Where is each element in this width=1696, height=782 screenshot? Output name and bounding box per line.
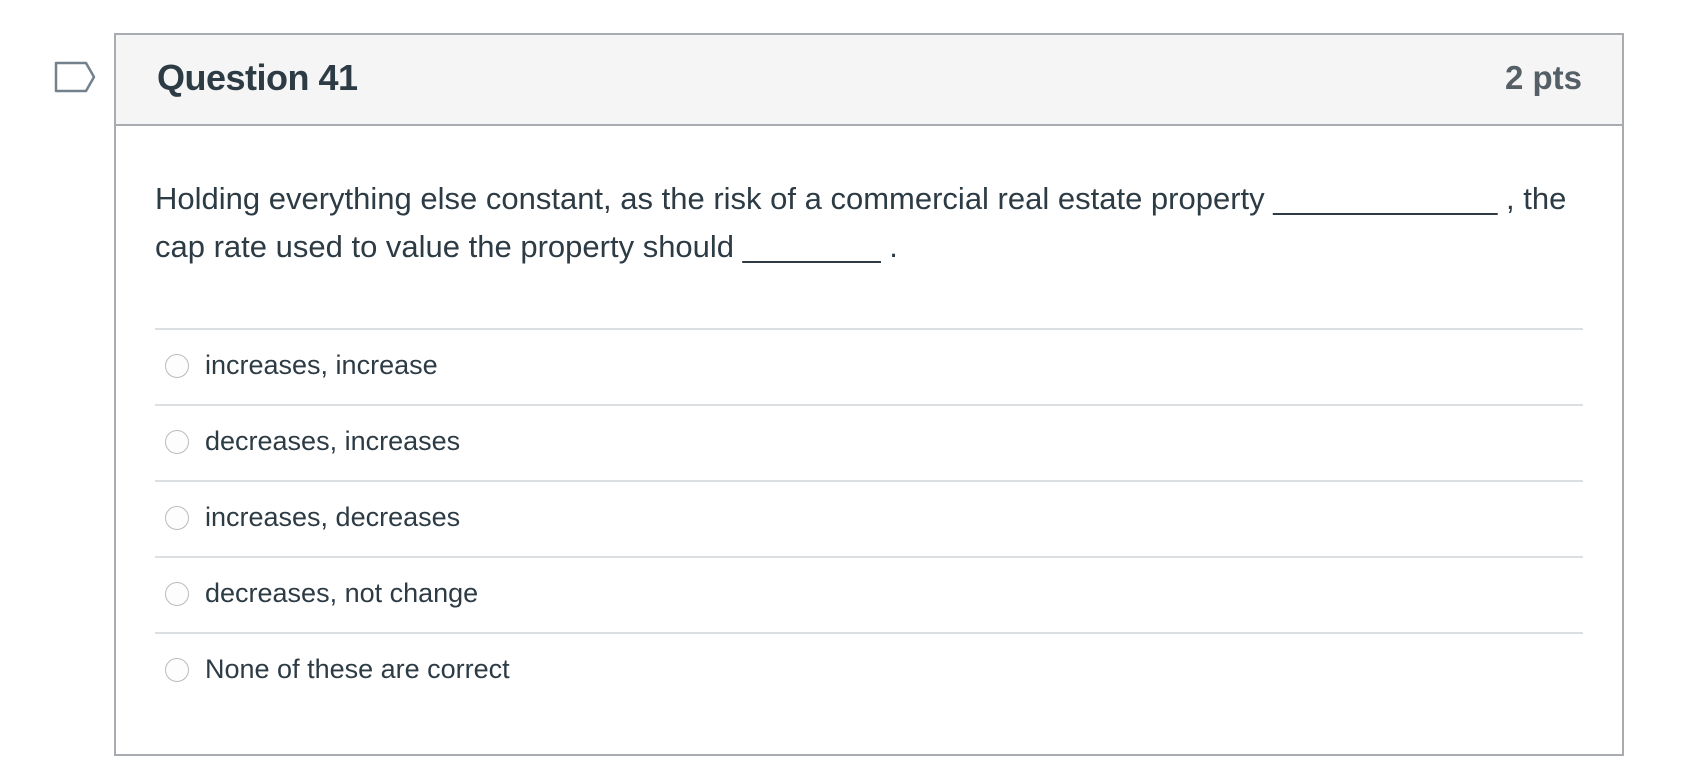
radio-button[interactable]	[165, 506, 189, 530]
answer-label: decreases, not change	[205, 578, 479, 608]
answer-option[interactable]: None of these are correct	[155, 632, 1583, 708]
answer-option[interactable]: increases, increase	[155, 328, 1583, 404]
answer-label: increases, increase	[205, 350, 438, 380]
flag-question-icon[interactable]	[54, 61, 96, 93]
answer-label: decreases, increases	[205, 426, 461, 456]
answer-option[interactable]: decreases, increases	[155, 404, 1583, 480]
question-text-line-2: cap rate used to value the property shou…	[155, 229, 898, 264]
answer-label: increases, decreases	[205, 502, 461, 532]
radio-button[interactable]	[165, 430, 189, 454]
radio-button[interactable]	[165, 582, 189, 606]
answer-list: increases, increase decreases, increases…	[155, 328, 1583, 708]
radio-button[interactable]	[165, 354, 189, 378]
question-text-line-1: Holding everything else constant, as the…	[155, 181, 1567, 216]
answer-option[interactable]: increases, decreases	[155, 480, 1583, 556]
answer-label: None of these are correct	[205, 654, 510, 684]
question-header: Question 41 2 pts	[116, 35, 1622, 126]
question-title: Question 41	[157, 57, 358, 98]
radio-button[interactable]	[165, 658, 189, 682]
question-points: 2 pts	[1504, 59, 1582, 96]
answer-option[interactable]: decreases, not change	[155, 556, 1583, 632]
question-text: Holding everything else constant, as the…	[155, 175, 1595, 271]
